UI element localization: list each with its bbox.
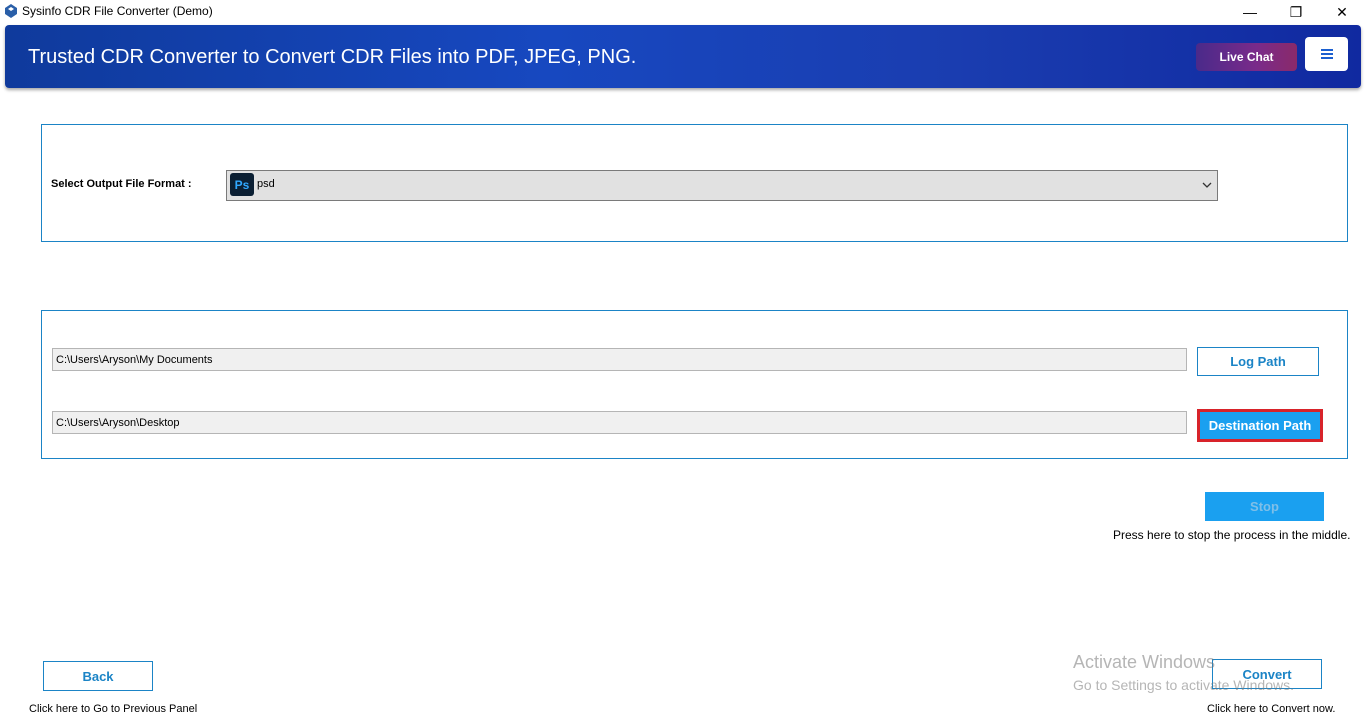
hamburger-menu-icon bbox=[1320, 49, 1333, 59]
paths-panel bbox=[41, 310, 1348, 459]
back-button[interactable]: Back bbox=[43, 661, 153, 691]
activation-watermark-subtitle: Go to Settings to activate Windows. bbox=[1073, 677, 1294, 693]
stop-button[interactable]: Stop bbox=[1205, 492, 1324, 521]
destination-path-button[interactable]: Destination Path bbox=[1197, 409, 1323, 442]
output-format-dropdown[interactable] bbox=[226, 170, 1218, 201]
log-path-button[interactable]: Log Path bbox=[1197, 347, 1319, 376]
app-logo-icon bbox=[5, 4, 17, 18]
chevron-down-icon[interactable] bbox=[1200, 178, 1214, 192]
photoshop-icon: Ps bbox=[230, 173, 254, 196]
minimize-button[interactable]: — bbox=[1227, 0, 1273, 24]
menu-button[interactable] bbox=[1305, 37, 1348, 71]
restore-icon: ❐ bbox=[1289, 3, 1303, 20]
log-path-field[interactable]: C:\Users\Aryson\My Documents bbox=[52, 348, 1187, 371]
output-format-label: Select Output File Format : bbox=[51, 178, 192, 190]
close-button[interactable]: ✕ bbox=[1319, 0, 1365, 24]
header-title: Trusted CDR Converter to Convert CDR Fil… bbox=[28, 46, 637, 68]
window-title: Sysinfo CDR File Converter (Demo) bbox=[22, 4, 213, 18]
close-icon: ✕ bbox=[1336, 3, 1348, 20]
back-hint: Click here to Go to Previous Panel bbox=[29, 703, 198, 715]
activation-watermark-title: Activate Windows bbox=[1073, 652, 1216, 672]
minimize-icon: — bbox=[1243, 4, 1257, 20]
stop-hint: Press here to stop the process in the mi… bbox=[1113, 528, 1351, 542]
output-format-value: psd bbox=[257, 178, 275, 190]
live-chat-button[interactable]: Live Chat bbox=[1196, 43, 1297, 71]
destination-path-field[interactable]: C:\Users\Aryson\Desktop bbox=[52, 411, 1187, 434]
maximize-button[interactable]: ❐ bbox=[1273, 0, 1319, 24]
convert-hint: Click here to Convert now. bbox=[1207, 703, 1336, 715]
